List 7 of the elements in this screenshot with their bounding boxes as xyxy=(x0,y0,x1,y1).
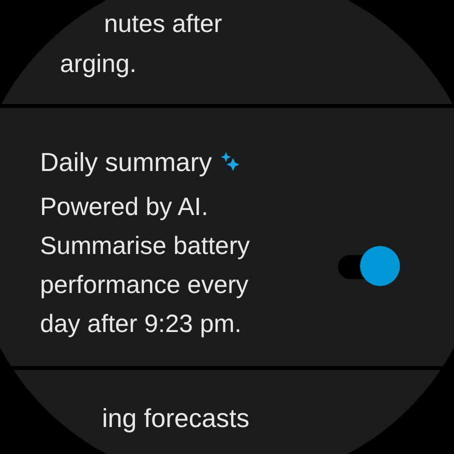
setting-title: Daily summary xyxy=(40,146,212,179)
setting-description: Powered by AI. Summarise battery performance every day after 9:23 pm. xyxy=(40,192,251,340)
description-line: nutes after xyxy=(104,10,222,38)
setting-title: ing forecasts xyxy=(102,403,250,433)
toggle-switch[interactable] xyxy=(338,245,402,287)
sparkle-icon xyxy=(220,152,240,172)
description-line: arging. xyxy=(60,50,136,78)
